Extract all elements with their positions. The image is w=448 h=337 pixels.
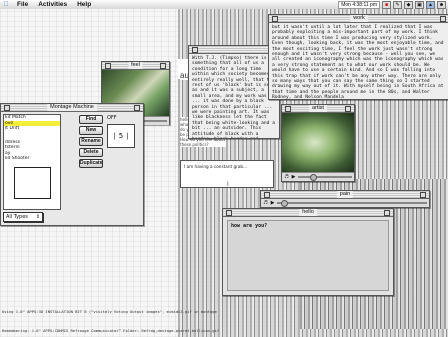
close-box-icon[interactable] (192, 47, 198, 53)
window-artist[interactable]: artist ♬ ▶ (281, 104, 355, 182)
list-item[interactable] (4, 132, 60, 140)
title-bar[interactable]: pain (261, 191, 429, 199)
menu-help[interactable]: Help (72, 1, 96, 8)
zoom-box-icon[interactable] (134, 105, 140, 111)
video-frame (282, 113, 354, 172)
scrub-thumb[interactable] (310, 174, 317, 181)
menu-activities[interactable]: Activities (33, 1, 72, 8)
app-switcher-icon[interactable]: ▲ (426, 0, 435, 9)
scrub-thumb[interactable] (281, 200, 288, 207)
montage-list[interactable]: kit Match ove lt Drift ddress tsterln ay… (3, 114, 61, 210)
scrub-bar[interactable] (298, 174, 352, 181)
text-cursor-icon: I (227, 181, 229, 188)
off-label: OFF (107, 115, 117, 121)
chevron-down-icon: ⇕ (35, 214, 40, 220)
window-title: pain (336, 191, 354, 198)
zoom-box-icon[interactable] (420, 192, 426, 198)
window-montage-machine[interactable]: Montage Machine kit Match ove lt Drift d… (0, 103, 144, 226)
text-body: With T.J. (Timpso) there is something th… (192, 56, 275, 138)
movie-controller[interactable]: ♬ ▶ (282, 172, 354, 181)
list-item[interactable]: lid Shooter (4, 156, 60, 162)
window-title: feel (128, 62, 143, 69)
apple-menu-icon[interactable]:  (0, 1, 12, 8)
rename-button[interactable]: Rename (79, 137, 103, 146)
window-title: hello (299, 209, 317, 216)
new-button[interactable]: New (79, 126, 103, 135)
window-middle-text[interactable]: With T.J. (Timpso) there is something th… (188, 45, 280, 139)
duplicate-button[interactable]: Duplicate (79, 159, 103, 168)
monitor-icon[interactable]: ▣ (415, 0, 424, 9)
title-bar[interactable]: work (269, 15, 448, 23)
menu-clock[interactable]: Mon 4:38:11 pm (338, 0, 380, 9)
zoom-box-icon[interactable] (440, 16, 446, 22)
montage-buttons: Find New Rename Delete Duplicate (79, 115, 103, 170)
volume-icon[interactable]: ♬ (263, 200, 268, 206)
window-title: Montage Machine (47, 104, 97, 111)
title-bar[interactable]: Montage Machine (1, 104, 143, 112)
find-button[interactable]: Find (79, 115, 103, 124)
close-box-icon[interactable] (105, 63, 111, 69)
close-box-icon[interactable] (226, 210, 232, 216)
movie-controller[interactable]: ♬ ▶ (261, 199, 429, 207)
control-strip-icon[interactable]: ■ (382, 0, 391, 9)
hello-message: how are you? (231, 223, 268, 229)
text-body: but it wasn't until a lot later that I r… (272, 25, 447, 99)
close-box-icon[interactable] (264, 192, 270, 198)
hello-text-area[interactable]: how are you? (227, 220, 389, 291)
network-icon[interactable]: ◆ (404, 0, 413, 9)
window-hello[interactable]: hello how are you? (222, 208, 394, 296)
status-line-1: Using 1.0" APPS:3D INSTALLATION BIT 8 ("… (2, 309, 217, 314)
dropdown-value: All Types (6, 214, 28, 220)
list-preview (14, 167, 51, 199)
preview-box: ∣ 5 ∣ (107, 124, 135, 148)
window-title: work (350, 15, 368, 22)
type-dropdown[interactable]: All Types ⇕ (3, 212, 43, 222)
volume-icon[interactable]: ♬ (284, 174, 289, 180)
scrub-bar[interactable] (277, 200, 427, 207)
delete-button[interactable]: Delete (79, 148, 103, 157)
zoom-box-icon[interactable] (160, 63, 166, 69)
zoom-box-icon[interactable] (384, 210, 390, 216)
finder-icon[interactable]: ☻ (437, 0, 446, 9)
zoom-box-icon[interactable] (345, 106, 351, 112)
close-box-icon[interactable] (272, 16, 278, 22)
title-bar[interactable]: hello (223, 209, 393, 217)
play-icon[interactable]: ▶ (270, 200, 275, 206)
window-pain[interactable]: pain ♬ ▶ (260, 190, 430, 208)
window-title: artist (309, 105, 327, 112)
menu-file[interactable]: File (12, 1, 33, 8)
speech-input-text: I am having a constant grab... (184, 164, 248, 169)
play-icon[interactable]: ▶ (291, 174, 296, 180)
menu-extras: Mon 4:38:11 pm ■ ✎ ◆ ▣ ▲ ☻ (338, 0, 446, 9)
status-line-2: Remembering: 1.0" APPS:CDHMIS Refrouge C… (2, 328, 220, 333)
title-bar[interactable] (189, 46, 279, 54)
window-work[interactable]: work but it wasn't until a lot later tha… (268, 14, 448, 100)
close-box-icon[interactable] (4, 105, 10, 111)
tools-icon[interactable]: ✎ (393, 0, 402, 9)
speech-input-box[interactable]: I am having a constant grab... I (180, 160, 274, 188)
close-box-icon[interactable] (285, 106, 291, 112)
title-bar[interactable]: artist (282, 105, 354, 113)
title-bar[interactable]: feel (102, 62, 169, 70)
